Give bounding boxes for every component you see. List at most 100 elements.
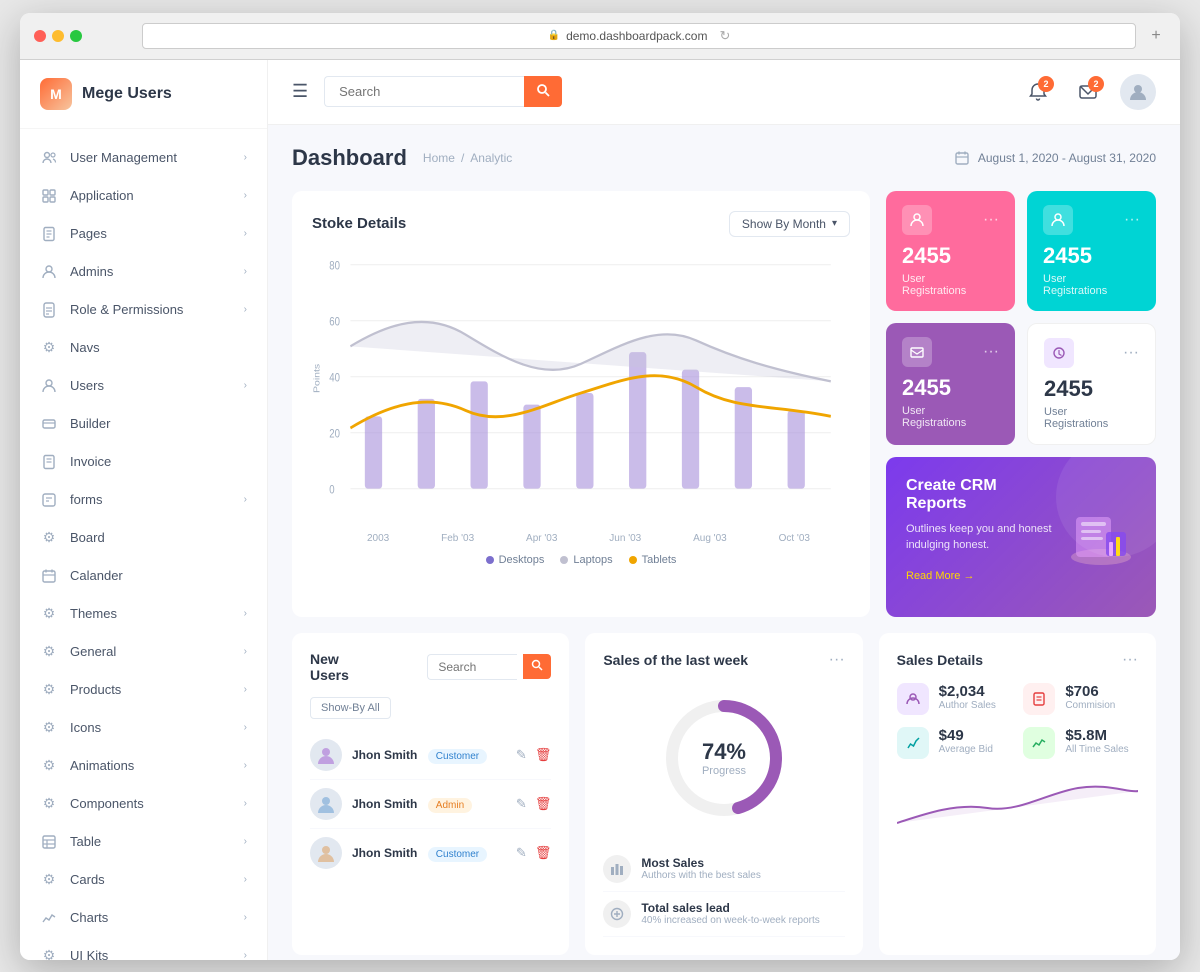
sales-detail-commission: $706 Commision: [1023, 683, 1138, 715]
charts-icon: [40, 909, 58, 927]
page-header: Dashboard Home / Analytic August 1, 2020…: [292, 145, 1156, 171]
user-left-2: Jhon Smith Admin: [310, 788, 472, 820]
sales-details-grid: $2,034 Author Sales $706 Comm: [897, 683, 1138, 759]
sidebar-item-icons[interactable]: ⚙ Icons ›: [20, 709, 267, 747]
new-tab-button[interactable]: +: [1146, 26, 1166, 46]
show-all-filter-button[interactable]: Show-By All: [310, 697, 391, 719]
stat-value-pink: 2455: [902, 243, 999, 269]
chevron-right-icon: ›: [244, 684, 247, 695]
chevron-right-icon: ›: [244, 608, 247, 619]
sidebar-item-application[interactable]: Application ›: [20, 177, 267, 215]
application-icon: [40, 187, 58, 205]
sidebar-item-animations[interactable]: ⚙ Animations ›: [20, 747, 267, 785]
sales-detail-label-all-time: All Time Sales: [1065, 744, 1128, 755]
sidebar-item-table[interactable]: Table ›: [20, 823, 267, 861]
user-info-2: Jhon Smith Admin: [352, 795, 472, 813]
delete-icon-3[interactable]: 🗑: [535, 845, 552, 861]
search-button[interactable]: [524, 76, 562, 107]
sales-week-menu[interactable]: ···: [829, 651, 845, 669]
messages-button[interactable]: 2: [1070, 74, 1106, 110]
sidebar-item-products-label: Products: [70, 682, 121, 697]
sidebar-item-admins[interactable]: Admins ›: [20, 253, 267, 291]
edit-icon-1[interactable]: ✎: [516, 747, 527, 763]
sidebar-nav: User Management › Application ›: [20, 129, 267, 960]
stat-card-menu-cyan[interactable]: ···: [1124, 211, 1140, 229]
crm-read-more-link[interactable]: Read More →: [906, 570, 974, 582]
stat-value-purple: 2455: [902, 375, 999, 401]
user-avatar[interactable]: [1120, 74, 1156, 110]
delete-icon-1[interactable]: 🗑: [535, 747, 552, 763]
sales-detail-value-all-time: $5.8M: [1065, 727, 1128, 744]
sidebar-item-navs[interactable]: ⚙ Navs: [20, 329, 267, 367]
sidebar-item-builder[interactable]: Builder: [20, 405, 267, 443]
sidebar-item-pages-label: Pages: [70, 226, 107, 241]
sidebar-item-forms[interactable]: forms ›: [20, 481, 267, 519]
user-left-3: Jhon Smith Customer: [310, 837, 487, 869]
sidebar-item-cards[interactable]: ⚙ Cards ›: [20, 861, 267, 899]
sidebar-item-products[interactable]: ⚙ Products ›: [20, 671, 267, 709]
search-input[interactable]: [324, 76, 524, 107]
sidebar-item-board[interactable]: ⚙ Board: [20, 519, 267, 557]
sales-items: Most Sales Authors with the best sales T…: [603, 847, 844, 937]
sidebar-item-user-management[interactable]: User Management ›: [20, 139, 267, 177]
calander-icon: [40, 567, 58, 585]
stat-label-purple: UserRegistrations: [902, 405, 999, 429]
chevron-right-icon: ›: [244, 950, 247, 960]
chart-filter-button[interactable]: Show By Month ▾: [729, 211, 850, 237]
notification-badge: 2: [1038, 76, 1054, 92]
header-right: 2 2: [1020, 74, 1156, 110]
user-info-1: Jhon Smith Customer: [352, 746, 487, 764]
traffic-lights: [34, 30, 82, 42]
sales-detail-label-commission: Commision: [1065, 700, 1115, 711]
sales-details-header: Sales Details ···: [897, 651, 1138, 669]
url-bar[interactable]: 🔒 demo.dashboardpack.com ↻: [142, 23, 1136, 49]
sidebar-item-users[interactable]: Users ›: [20, 367, 267, 405]
sales-item-icon-2: [603, 900, 631, 928]
browser-window: 🔒 demo.dashboardpack.com ↻ + M Mege User…: [20, 13, 1180, 960]
sidebar-item-ui-kits[interactable]: ⚙ UI Kits ›: [20, 937, 267, 960]
sidebar-item-themes[interactable]: ⚙ Themes ›: [20, 595, 267, 633]
stat-card-menu-white[interactable]: ···: [1123, 344, 1139, 362]
stat-icon-purple: [902, 337, 932, 367]
svg-text:80: 80: [329, 259, 340, 272]
user-role-3: Customer: [428, 847, 487, 862]
sidebar-item-general[interactable]: ⚙ General ›: [20, 633, 267, 671]
sales-item-text-2: Total sales lead 40% increased on week-t…: [641, 901, 819, 926]
edit-icon-2[interactable]: ✎: [516, 796, 527, 812]
sidebar-item-users-label: Users: [70, 378, 104, 393]
stat-label-pink: UserRegistrations: [902, 273, 999, 297]
chevron-right-icon: ›: [244, 494, 247, 505]
sidebar-item-invoice[interactable]: Invoice: [20, 443, 267, 481]
sales-details-menu[interactable]: ···: [1122, 651, 1138, 669]
user-name-1: Jhon Smith: [352, 748, 417, 762]
minimize-button[interactable]: [52, 30, 64, 42]
builder-icon: [40, 415, 58, 433]
delete-icon-2[interactable]: 🗑: [535, 796, 552, 812]
sidebar-item-charts[interactable]: Charts ›: [20, 899, 267, 937]
breadcrumb-home[interactable]: Home: [423, 151, 455, 165]
maximize-button[interactable]: [70, 30, 82, 42]
stat-card-menu-pink[interactable]: ···: [983, 211, 999, 229]
sidebar-item-role-permissions[interactable]: Role & Permissions ›: [20, 291, 267, 329]
edit-icon-3[interactable]: ✎: [516, 845, 527, 861]
user-actions-2: ✎ 🗑: [516, 796, 551, 812]
stat-label-white: UserRegistrations: [1044, 406, 1139, 430]
users-search-button[interactable]: [523, 654, 551, 679]
sidebar-item-components[interactable]: ⚙ Components ›: [20, 785, 267, 823]
chevron-right-icon: ›: [244, 798, 247, 809]
crm-card: Create CRMReports Outlines keep you and …: [886, 457, 1156, 617]
hamburger-button[interactable]: ☰: [292, 81, 308, 102]
header-left: ☰: [292, 76, 562, 107]
stat-card-user-reg-white: ··· 2455 UserRegistrations: [1027, 323, 1156, 445]
stat-card-menu-purple[interactable]: ···: [983, 343, 999, 361]
sidebar-item-pages[interactable]: Pages ›: [20, 215, 267, 253]
sales-detail-value-author: $2,034: [939, 683, 996, 700]
notifications-button[interactable]: 2: [1020, 74, 1056, 110]
close-button[interactable]: [34, 30, 46, 42]
users-search-input[interactable]: [427, 654, 517, 680]
reload-icon[interactable]: ↻: [719, 28, 730, 44]
sales-detail-label-avg-bid: Average Bid: [939, 744, 993, 755]
sidebar-item-calander[interactable]: Calander: [20, 557, 267, 595]
board-icon: ⚙: [40, 529, 58, 547]
chart-filter-label: Show By Month: [742, 217, 826, 231]
